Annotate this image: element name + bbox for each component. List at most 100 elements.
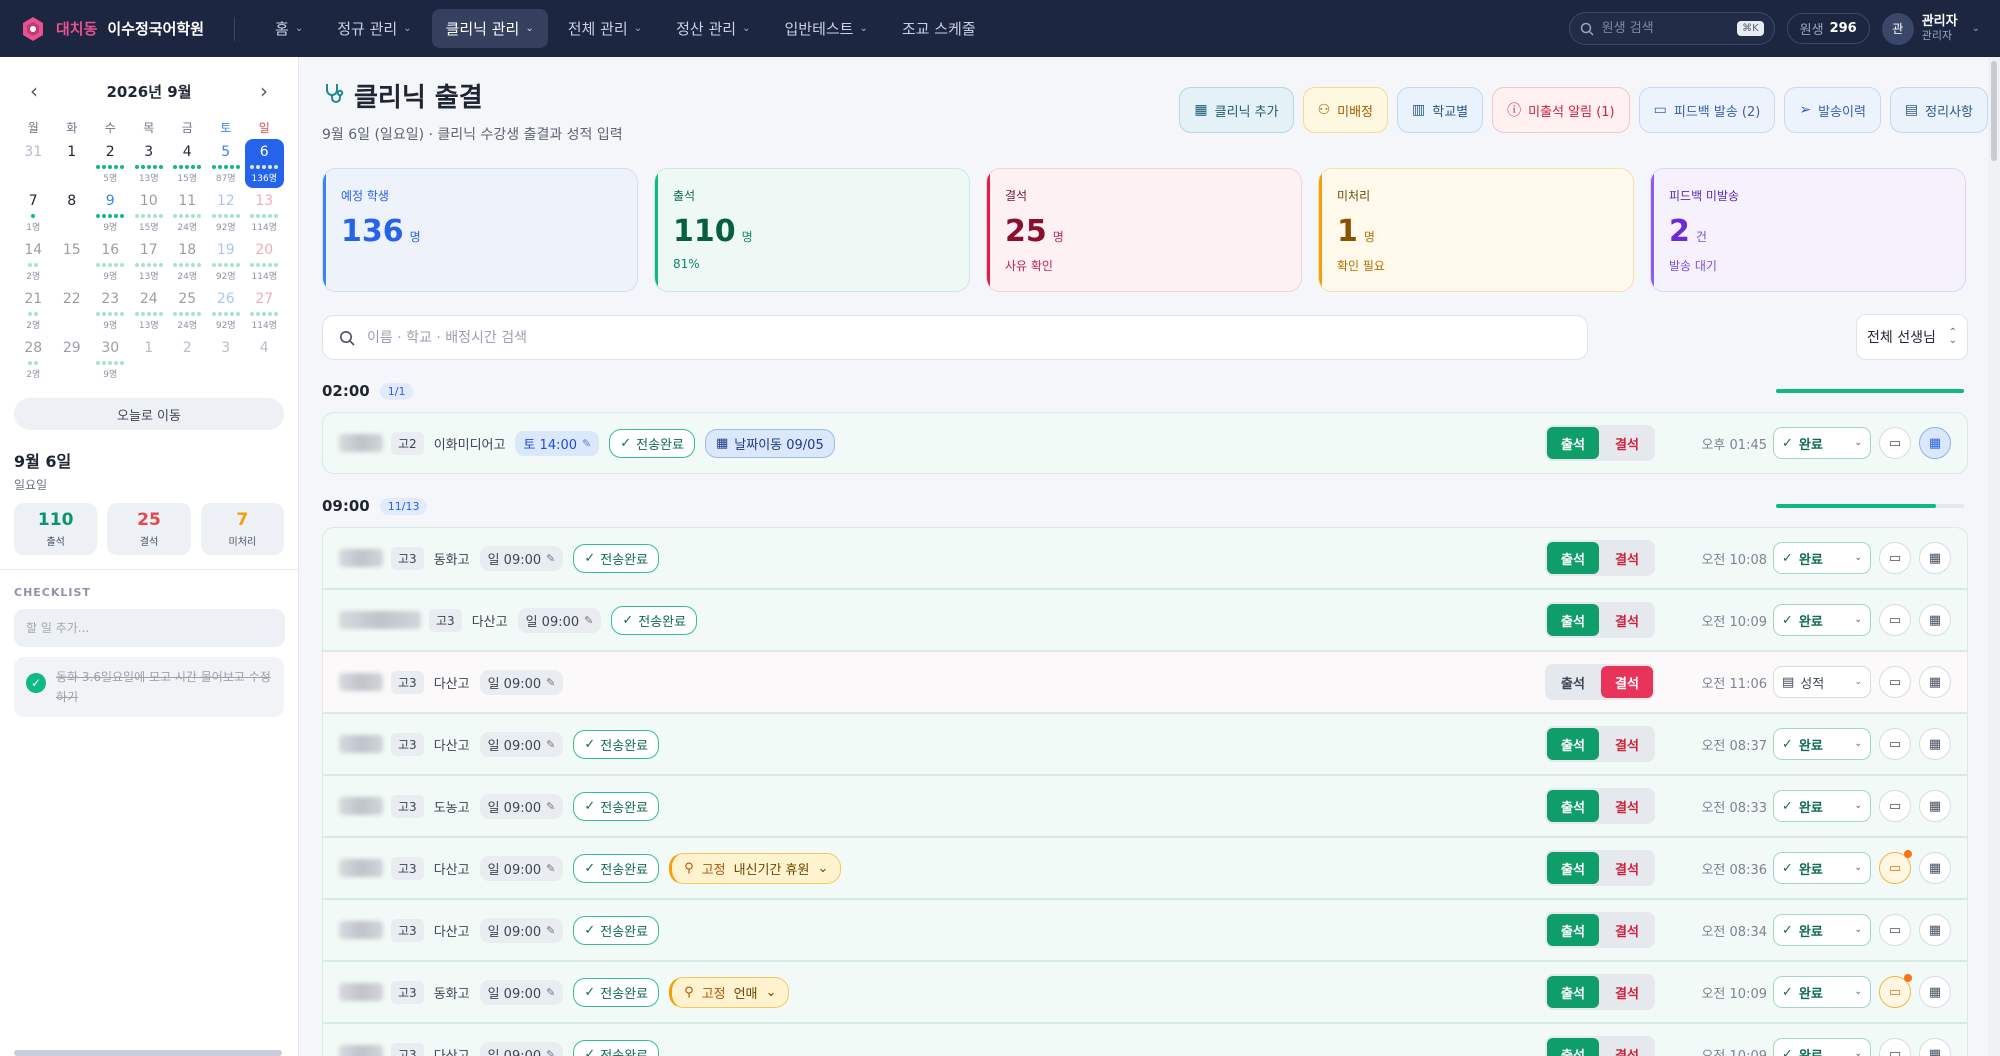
go-today-button[interactable]: 오늘로 이동 (14, 398, 284, 430)
student-row[interactable]: 고3 다산고 일 09:00 ✎ ✓ 전송완료 출석 결석 오전 08:37 ✓ 완료 ⌄ ▭ ▦ (322, 713, 1968, 775)
nav-item-6[interactable]: 조교 스케줄 (888, 9, 990, 48)
fixed-memo-dropdown[interactable]: ⚲ 고정 언매 ⌄ (669, 976, 790, 1008)
pencil-icon[interactable]: ✎ (546, 1048, 555, 1056)
calendar-day[interactable]: 23 9명 (91, 286, 130, 335)
student-row[interactable]: 고3 다산고 일 09:00 ✎ ✓ 전송완료 ⚲ 고정 내신기간 휴원 ⌄ 출석 결석 오전 08:3… (322, 837, 1968, 899)
reschedule-button[interactable]: ▦ (1919, 914, 1951, 946)
nav-item-3[interactable]: 전체 관리 ⌄ (554, 9, 656, 48)
slot-time[interactable]: 일 09:00 ✎ (517, 607, 602, 633)
status-select[interactable]: ✓ 완료 ⌄ (1773, 852, 1871, 884)
slot-time[interactable]: 일 09:00 ✎ (479, 545, 564, 571)
calendar-day[interactable]: 27 114명 (245, 286, 284, 335)
absent-button[interactable]: 결석 (1601, 542, 1653, 574)
action-button-1[interactable]: ⚇ 미배정 (1302, 87, 1389, 133)
present-button[interactable]: 출석 (1547, 976, 1599, 1008)
feedback-message-button[interactable]: ▭ (1879, 1038, 1911, 1056)
checklist-item[interactable]: ✓ 동화 3.6일요일에 모고 시간 물어보고 수정하기 (14, 657, 284, 717)
calendar-day[interactable]: 26 92명 (207, 286, 246, 335)
student-row[interactable]: 고3 동화고 일 09:00 ✎ ✓ 전송완료 출석 결석 오전 10:08 ✓ 완료 ⌄ ▭ ▦ (322, 527, 1968, 589)
status-select[interactable]: ✓ 완료 ⌄ (1773, 790, 1871, 822)
calendar-day[interactable]: 10 15명 (130, 188, 169, 237)
slot-time[interactable]: 일 09:00 ✎ (479, 855, 564, 881)
feedback-message-button[interactable]: ▭ (1879, 542, 1911, 574)
reschedule-button[interactable]: ▦ (1919, 542, 1951, 574)
present-button[interactable]: 출석 (1547, 914, 1599, 946)
slot-time[interactable]: 일 09:00 ✎ (479, 793, 564, 819)
action-button-5[interactable]: ➢ 발송이력 (1784, 87, 1881, 133)
calendar-day[interactable]: 25 24명 (168, 286, 207, 335)
pencil-icon[interactable]: ✎ (584, 614, 593, 627)
next-month-icon[interactable]: › (254, 79, 274, 103)
nav-item-5[interactable]: 입반테스트 ⌄ (770, 9, 881, 48)
stat-card-0[interactable]: 예정 학생 136 명 (322, 168, 638, 292)
pencil-icon[interactable]: ✎ (546, 862, 555, 875)
action-button-4[interactable]: ▭ 피드백 발송 (2) (1638, 87, 1776, 133)
status-select[interactable]: ✓ 완료 ⌄ (1773, 542, 1871, 574)
action-button-3[interactable]: ⓘ 미출석 알림 (1) (1492, 87, 1630, 133)
teacher-select[interactable]: 전체 선생님 ⌃ ⌄ (1856, 314, 1968, 360)
student-row[interactable]: 고3 다산고 일 09:00 ✎ ✓ 전송완료 출석 결석 오전 08:34 ✓ 완료 ⌄ ▭ ▦ (322, 899, 1968, 961)
slot-time[interactable]: 일 09:00 ✎ (479, 917, 564, 943)
present-button[interactable]: 출석 (1547, 790, 1599, 822)
stat-card-2[interactable]: 결석 25 명 사유 확인 (986, 168, 1302, 292)
sidebar-scrollbar[interactable] (14, 1050, 282, 1056)
feedback-message-button[interactable]: ▭ (1879, 427, 1911, 459)
reschedule-button[interactable]: ▦ (1919, 852, 1951, 884)
absent-button[interactable]: 결석 (1601, 914, 1653, 946)
stat-card-4[interactable]: 피드백 미발송 2 건 발송 대기 (1650, 168, 1966, 292)
pencil-icon[interactable]: ✎ (546, 986, 555, 999)
pencil-icon[interactable]: ✎ (546, 676, 555, 689)
absent-button[interactable]: 결석 (1601, 976, 1653, 1008)
feedback-message-button[interactable]: ▭ (1879, 850, 1912, 884)
calendar-day[interactable]: 2 5명 (91, 139, 130, 188)
reschedule-button[interactable]: ▦ (1919, 666, 1951, 698)
calendar-day[interactable]: 16 9명 (91, 237, 130, 286)
absent-button[interactable]: 결석 (1601, 427, 1653, 459)
status-select[interactable]: ✓ 완료 ⌄ (1773, 914, 1871, 946)
nav-item-0[interactable]: 홈 ⌄ (261, 9, 317, 48)
student-row[interactable]: 고3 다산고 일 09:00 ✎ 출석 결석 오전 11:06 ▤ 성적 ⌄ ▭ ▦ (322, 651, 1968, 713)
fixed-memo-dropdown[interactable]: ⚲ 고정 내신기간 휴원 ⌄ (669, 852, 842, 884)
calendar-day[interactable]: 13 114명 (245, 188, 284, 237)
status-select[interactable]: ✓ 완료 ⌄ (1773, 728, 1871, 760)
brand[interactable]: 대치동 이수정국어학원 (20, 16, 204, 42)
status-select[interactable]: ✓ 완료 ⌄ (1773, 427, 1871, 459)
pencil-icon[interactable]: ✎ (582, 437, 591, 450)
calendar-day[interactable]: 5 87명 (207, 139, 246, 188)
slot-time[interactable]: 일 09:00 ✎ (479, 731, 564, 757)
calendar-day[interactable]: 28 2명 (14, 335, 53, 384)
present-button[interactable]: 출석 (1547, 666, 1599, 698)
calendar-day[interactable]: 19 92명 (207, 237, 246, 286)
status-select[interactable]: ✓ 완료 ⌄ (1773, 1038, 1871, 1056)
student-row[interactable]: 고3 다산고 일 09:00 ✎ ✓ 전송완료 출석 결석 오전 10:09 ✓ 완료 ⌄ ▭ ▦ (322, 589, 1968, 651)
nav-item-4[interactable]: 정산 관리 ⌄ (662, 9, 764, 48)
student-row[interactable]: 고3 도농고 일 09:00 ✎ ✓ 전송완료 출석 결석 오전 08:33 ✓ 완료 ⌄ ▭ ▦ (322, 775, 1968, 837)
calendar-day[interactable]: 9 9명 (91, 188, 130, 237)
main-scrollbar[interactable] (1988, 57, 2000, 1056)
feedback-message-button[interactable]: ▭ (1879, 728, 1911, 760)
absent-button[interactable]: 결석 (1601, 728, 1653, 760)
calendar-day[interactable]: 7 1명 (14, 188, 53, 237)
reschedule-button[interactable]: ▦ (1919, 427, 1951, 459)
calendar-day[interactable]: 22 (53, 286, 92, 335)
calendar-day[interactable]: 6 136명 (245, 139, 284, 188)
calendar-day[interactable]: 1 (130, 335, 169, 384)
stat-card-3[interactable]: 미처리 1 명 확인 필요 (1318, 168, 1634, 292)
reschedule-button[interactable]: ▦ (1919, 790, 1951, 822)
student-filter[interactable] (322, 315, 1588, 360)
absent-button[interactable]: 결석 (1601, 790, 1653, 822)
present-button[interactable]: 출석 (1547, 852, 1599, 884)
feedback-message-button[interactable]: ▭ (1879, 666, 1911, 698)
calendar-day[interactable]: 3 13명 (130, 139, 169, 188)
calendar-day[interactable]: 21 2명 (14, 286, 53, 335)
absent-button[interactable]: 결석 (1601, 666, 1653, 698)
reschedule-button[interactable]: ▦ (1919, 1038, 1951, 1056)
student-row[interactable]: 고2 이화미디어고 토 14:00 ✎ ✓ 전송완료 ▦ 날짜이동 09/05 출석 결석 오후 0… (322, 412, 1968, 474)
check-circle-icon[interactable]: ✓ (26, 673, 46, 693)
reschedule-button[interactable]: ▦ (1919, 728, 1951, 760)
pencil-icon[interactable]: ✎ (546, 924, 555, 937)
status-select[interactable]: ✓ 완료 ⌄ (1773, 604, 1871, 636)
status-select[interactable]: ▤ 성적 ⌄ (1773, 666, 1871, 698)
student-row[interactable]: 고3 다산고 일 09:00 ✎ ✓ 전송완료 출석 결석 오전 10:09 ✓ 완료 ⌄ ▭ ▦ (322, 1023, 1968, 1056)
calendar-day[interactable]: 11 24명 (168, 188, 207, 237)
